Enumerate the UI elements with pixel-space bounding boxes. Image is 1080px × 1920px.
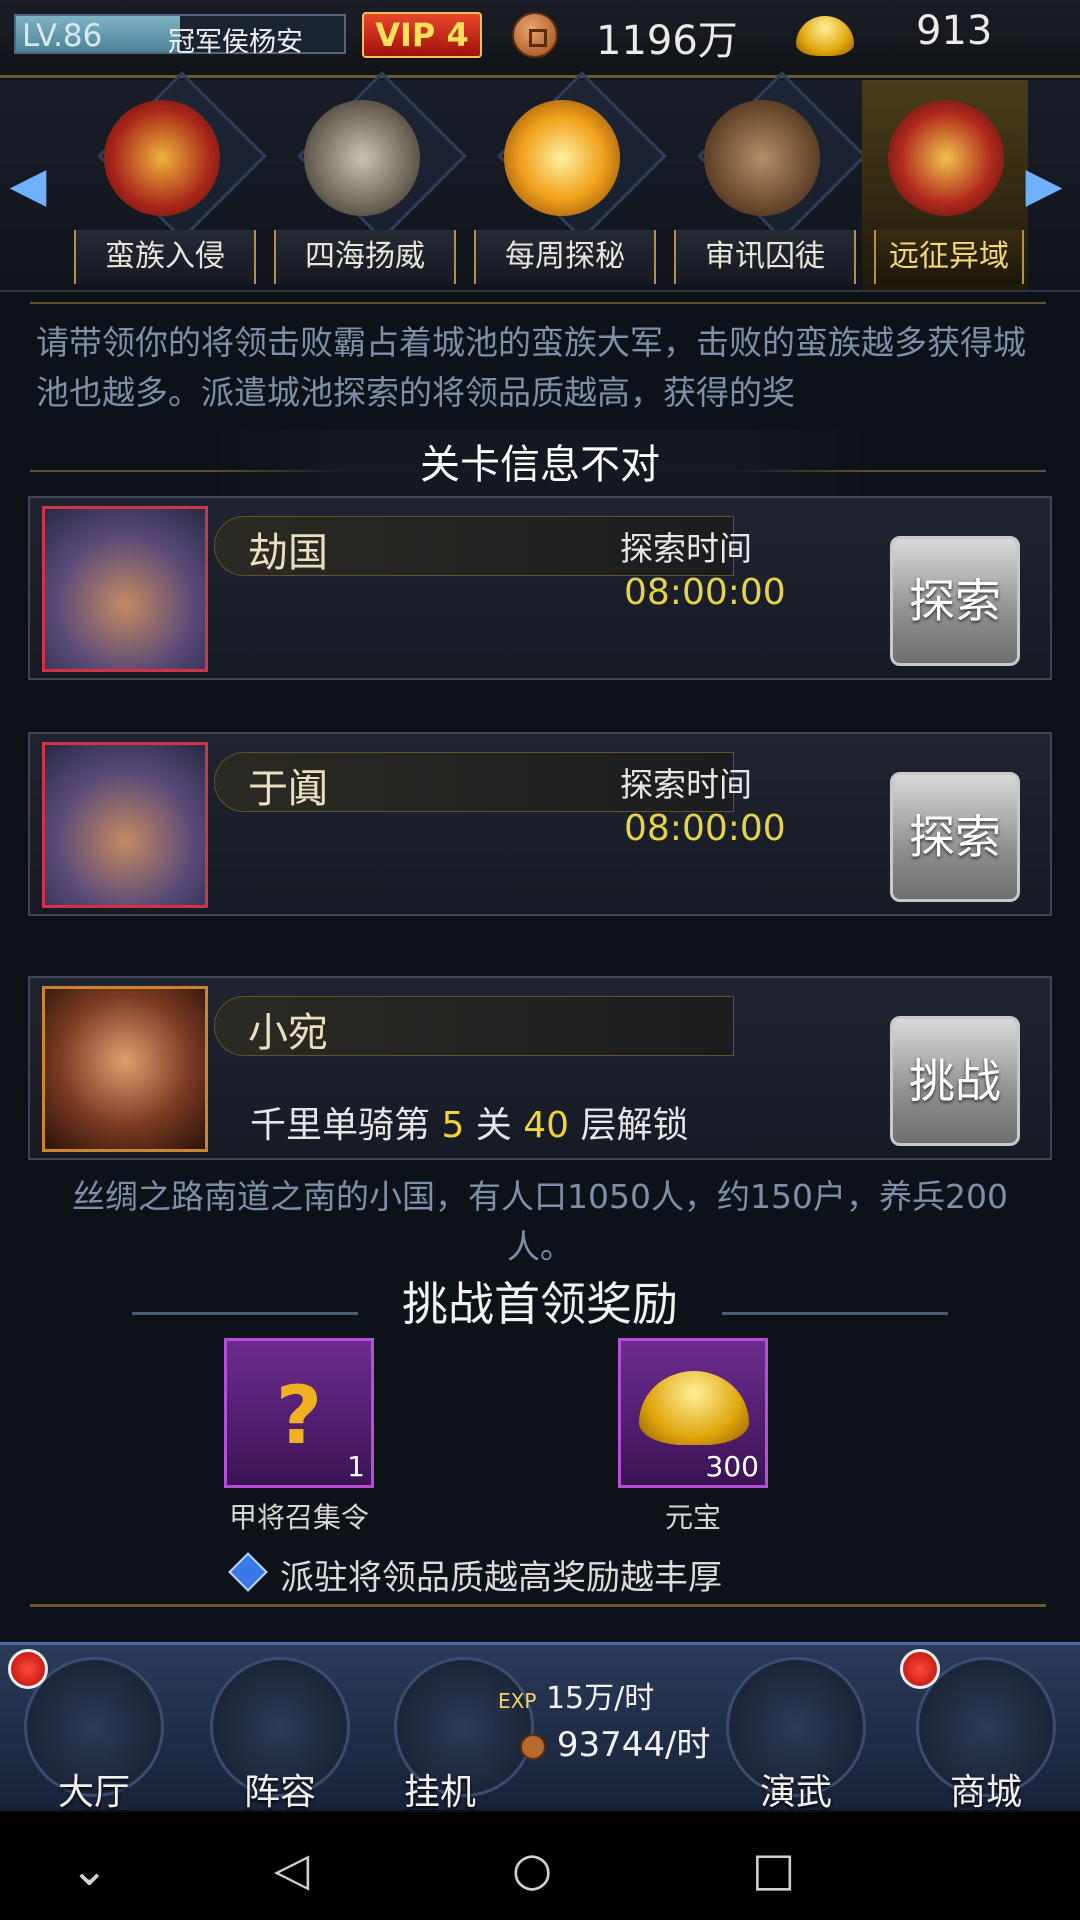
- nav-drill[interactable]: 演武: [716, 1657, 876, 1813]
- stage-name: 于阗: [248, 766, 328, 812]
- reward-item[interactable]: 300: [618, 1338, 768, 1488]
- explore-time: 08:00:00: [624, 572, 786, 613]
- exp-tag: EXP: [498, 1689, 537, 1713]
- bottom-nav: 大厅 阵容 挂机 EXP 15万/时 93744/时 演武 商城: [0, 1642, 1080, 1813]
- stocks-chain-icon: [704, 100, 820, 216]
- home-icon[interactable]: ○: [512, 1842, 552, 1896]
- vip-badge[interactable]: VIP 4: [362, 12, 482, 58]
- copper-coin-icon: [520, 1733, 546, 1760]
- coin-rate: 93744/时: [520, 1717, 710, 1766]
- stage-card: 小宛 千里单骑第 5 关 40 层解锁 挑战: [28, 976, 1052, 1160]
- scroll-right-arrow-icon[interactable]: ▶: [1024, 150, 1064, 220]
- tab-expedition[interactable]: 远征异域: [862, 80, 1028, 290]
- unlock-prefix: 千里单骑第: [250, 1105, 442, 1146]
- nav-label: 挂机: [403, 1772, 476, 1813]
- tab-label: 远征异域: [874, 230, 1024, 284]
- gold-ingot-icon: [796, 16, 854, 56]
- treasure-sword-icon: [504, 100, 620, 216]
- reward-item[interactable]: ? 1: [224, 1338, 374, 1488]
- stage-description: 丝绸之路南道之南的小国，有人口1050人，约150户，养兵200人。: [72, 1177, 1008, 1266]
- mystery-general-icon: ?: [275, 1369, 323, 1462]
- unlock-mid: 关: [464, 1105, 524, 1146]
- bearded-king-icon: [45, 989, 205, 1149]
- tab-interrogate-prisoner[interactable]: 审讯囚徒: [662, 71, 867, 290]
- boss-portrait[interactable]: [42, 986, 208, 1152]
- notification-badge: [8, 1649, 48, 1689]
- stage-name: 小宛: [248, 1010, 328, 1056]
- barbarian-mask-icon: [104, 100, 220, 216]
- general-portrait[interactable]: [42, 742, 208, 908]
- coin-rate-value: 93744/时: [556, 1725, 711, 1765]
- scroll-left-arrow-icon[interactable]: ◀: [8, 150, 48, 220]
- war-tent-icon: [888, 100, 1004, 216]
- exp-rate: EXP 15万/时: [498, 1673, 654, 1717]
- explore-button[interactable]: 探索: [890, 772, 1020, 902]
- level-text: LV.86: [22, 18, 103, 54]
- explore-time: 08:00:00: [624, 808, 786, 849]
- tab-label: 审讯囚徒: [674, 230, 856, 284]
- tab-label: 蛮族入侵: [74, 230, 256, 284]
- coin-amount: 1196万: [596, 18, 738, 64]
- tab-label: 每周探秘: [474, 230, 656, 284]
- explore-time-label: 探索时间: [620, 529, 752, 568]
- unlock-stage: 5: [441, 1105, 465, 1146]
- unlock-suffix: 层解锁: [569, 1105, 689, 1146]
- panel-bottom-border: [30, 1604, 1046, 1607]
- back-icon[interactable]: ◁: [274, 1842, 309, 1896]
- unlock-condition: 千里单骑第 5 关 40 层解锁: [250, 1096, 689, 1148]
- unlock-floor: 40: [523, 1105, 570, 1146]
- stage-name: 劫国: [248, 530, 328, 576]
- mode-tabs: ◀ 蛮族入侵 四海扬威 每周探秘 审讯囚徒 远征异域 ▶: [0, 71, 1080, 292]
- toast-message: 关卡信息不对: [210, 430, 870, 500]
- chevron-down-icon[interactable]: ⌄: [70, 1842, 109, 1896]
- tab-weekly-explore[interactable]: 每周探秘: [462, 71, 667, 290]
- diamond-bullet-icon: [228, 1552, 268, 1592]
- nav-label: 商城: [949, 1772, 1022, 1813]
- top-status-bar: LV.86 冠军侯杨安 VIP 4 1196万 913: [0, 0, 1080, 78]
- level-bar[interactable]: LV.86 冠军侯杨安: [14, 14, 346, 58]
- system-nav-bar: ⌄ ◁ ○ □: [0, 1812, 1080, 1920]
- tab-barbarian-invasion[interactable]: 蛮族入侵: [62, 71, 267, 290]
- nav-lineup[interactable]: 阵容: [200, 1657, 360, 1813]
- nav-label: 大厅: [57, 1772, 130, 1813]
- general-portrait[interactable]: [42, 506, 208, 672]
- notification-badge: [900, 1649, 940, 1689]
- gold-amount: 913: [916, 8, 993, 54]
- mode-description: 请带领你的将领击败霸占着城池的蛮族大军，击败的蛮族越多获得城池也越多。派遣城池探…: [36, 323, 1026, 412]
- reward-title: 挑战首领奖励: [402, 1277, 678, 1331]
- divider: [30, 302, 1046, 304]
- tab-four-seas[interactable]: 四海扬威: [262, 71, 467, 290]
- reward-name: 甲将召集令: [228, 1501, 369, 1534]
- nav-label: 阵容: [243, 1772, 316, 1813]
- challenge-button[interactable]: 挑战: [890, 1016, 1020, 1146]
- stage-card: 于阗 探索时间 08:00:00 探索: [28, 732, 1052, 916]
- stage-card: 劫国 探索时间 08:00:00 探索: [28, 496, 1052, 680]
- reward-tip: 派驻将领品质越高奖励越丰厚: [280, 1558, 722, 1598]
- reward-count: 1: [347, 1450, 365, 1483]
- tab-label: 四海扬威: [274, 230, 456, 284]
- copper-coin-icon: [512, 12, 558, 58]
- gold-ingot-icon: [639, 1371, 749, 1445]
- exp-rate-value: 15万/时: [545, 1681, 655, 1716]
- nav-label: 演武: [759, 1772, 832, 1813]
- reward-count: 300: [705, 1450, 759, 1483]
- explore-time-label: 探索时间: [620, 765, 752, 804]
- helmeted-general-icon: [45, 509, 205, 669]
- recents-icon[interactable]: □: [752, 1842, 795, 1896]
- reward-name: 元宝: [664, 1501, 721, 1534]
- crossed-swords-helmet-icon: [304, 100, 420, 216]
- helmeted-general-icon: [45, 745, 205, 905]
- player-name: 冠军侯杨安: [168, 27, 303, 58]
- explore-button[interactable]: 探索: [890, 536, 1020, 666]
